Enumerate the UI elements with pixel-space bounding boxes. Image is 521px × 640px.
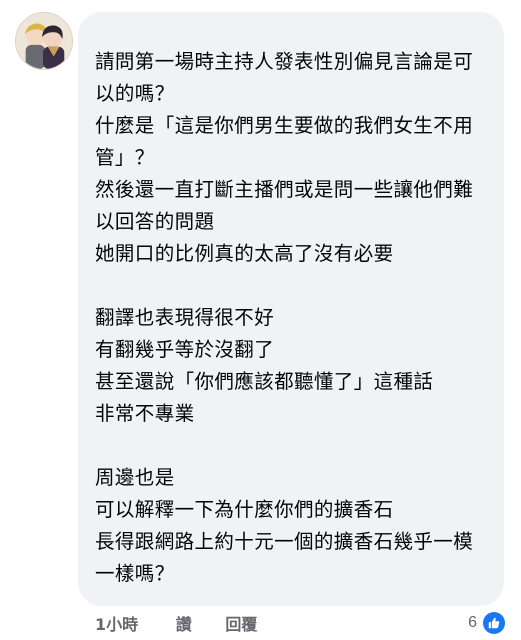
comment-line: 以回答的問題 [95,210,215,233]
comment-line: 她開口的比例真的太高了沒有必要 [95,242,394,265]
reaction-summary[interactable]: 6 [468,612,505,634]
comment-line: 周邊也是 [95,466,175,489]
avatar[interactable] [15,12,73,70]
comment-line: 一樣嗎？ [95,562,175,585]
comment-line: 可以解釋一下為什麼你們的擴香石 [95,498,394,521]
comment-line: 甚至還說「你們應該都聽懂了」這種話 [95,370,434,393]
reply-button[interactable]: 回覆 [225,614,257,636]
comment-line: 請問第一場時主持人發表性別偏見言論是可 [95,50,474,73]
comment-line: 翻譯也表現得很不好 [95,306,275,329]
comment-line: 長得跟網路上約十元一個的擴香石幾乎一模 [95,530,474,553]
comment-line: 以的嗎？ [95,82,175,105]
reaction-count: 6 [468,614,477,631]
comment-line: 然後還一直打斷主播們或是問一些讓他們難 [95,178,474,201]
comment-line: 有翻幾乎等於沒翻了 [95,338,275,361]
comment-actions: 1小時 讚 回覆 [95,614,257,636]
comment-line: 什麼是「這是你們男生要做的我們女生不用 [95,114,474,137]
comment-timestamp[interactable]: 1小時 [95,614,138,636]
thumbs-up-icon [483,612,505,634]
avatar-image [16,13,72,69]
comment-text: 請問第一場時主持人發表性別偏見言論是可 以的嗎？ 什麼是「這是你們男生要做的我們… [95,46,495,590]
comment-line: 管」？ [95,146,155,169]
comment-line: 非常不專業 [95,402,195,425]
like-button[interactable]: 讚 [176,614,192,636]
